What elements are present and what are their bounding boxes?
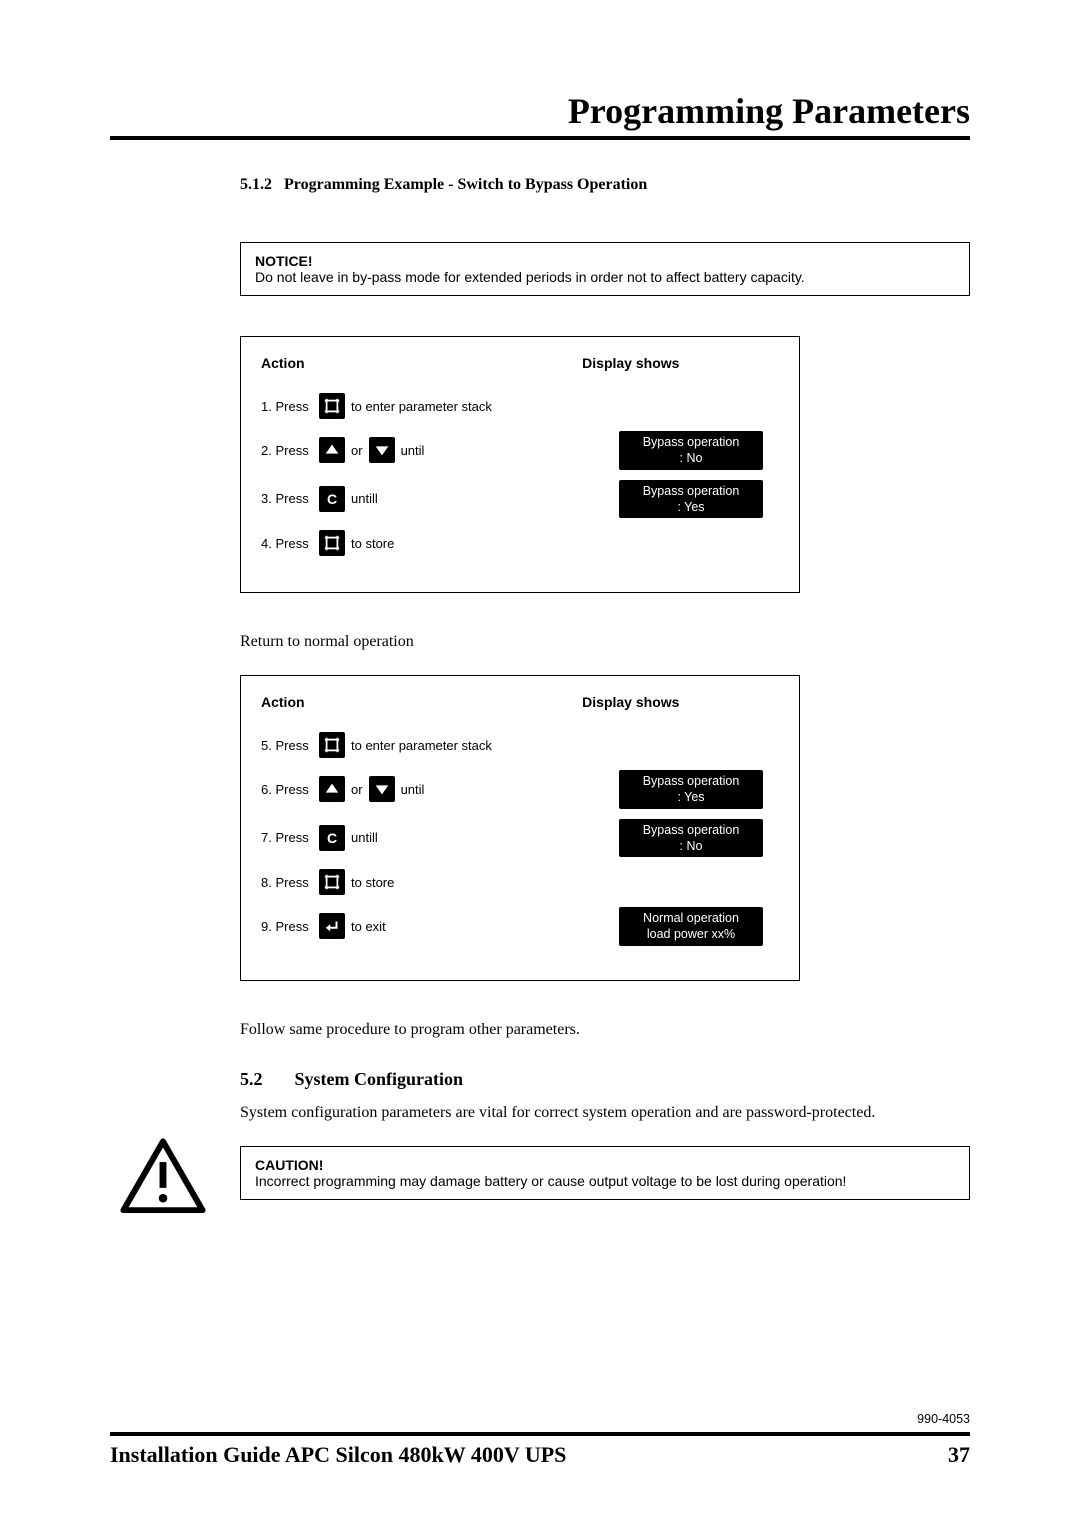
- arrow-down-icon: [369, 776, 395, 802]
- param-stack-icon: [319, 869, 345, 895]
- lcd-display: Bypass operation : Yes: [619, 770, 763, 809]
- procedure-box-2: Action Display shows 5. Press to enter p…: [240, 675, 800, 981]
- proc2-row5: 5. Press to enter parameter stack: [261, 730, 779, 760]
- caution-wrap: CAUTION! Incorrect programming may damag…: [240, 1146, 970, 1200]
- proc2-row8: 8. Press to store: [261, 867, 779, 897]
- caution-box: CAUTION! Incorrect programming may damag…: [240, 1146, 970, 1200]
- section-52-body: System configuration parameters are vita…: [240, 1104, 970, 1122]
- proc1-row2: 2. Press or until Bypass operation : No: [261, 431, 779, 470]
- document-number: 990-4053: [110, 1412, 970, 1426]
- section-heading-52: 5.2 System Configuration: [240, 1069, 970, 1090]
- proc2-row6: 6. Press or until Bypass operation : Yes: [261, 770, 779, 809]
- notice-body: Do not leave in by-pass mode for extende…: [255, 269, 955, 285]
- page-number: 37: [948, 1442, 970, 1468]
- display-header: Display shows: [576, 355, 779, 371]
- proc1-header: Action Display shows: [261, 355, 779, 371]
- action-header: Action: [261, 694, 572, 710]
- to-enter-text: to enter parameter stack: [351, 399, 492, 414]
- arrow-up-icon: [319, 776, 345, 802]
- proc2-row9: 9. Press to exit Normal operation load p…: [261, 907, 779, 946]
- footer-rule: [110, 1432, 970, 1436]
- lcd-display: Bypass operation : Yes: [619, 480, 763, 519]
- return-text: Return to normal operation: [240, 633, 970, 651]
- param-stack-icon: [319, 732, 345, 758]
- lcd-display: Bypass operation : No: [619, 431, 763, 470]
- page-title: Programming Parameters: [110, 90, 970, 132]
- param-stack-icon: [319, 530, 345, 556]
- warning-triangle-icon: [120, 1138, 206, 1214]
- page: Programming Parameters 5.1.2 Programming…: [0, 0, 1080, 1528]
- proc2-header: Action Display shows: [261, 694, 779, 710]
- action-header: Action: [261, 355, 572, 371]
- section-number: 5.2: [240, 1069, 290, 1090]
- param-stack-icon: [319, 393, 345, 419]
- content-area: 5.1.2 Programming Example - Switch to By…: [240, 176, 970, 1200]
- proc1-row3: 3. Press C untill Bypass operation : Yes: [261, 480, 779, 519]
- caution-title: CAUTION!: [255, 1157, 955, 1173]
- notice-title: NOTICE!: [255, 253, 955, 269]
- proc2-row7: 7. Press C untill Bypass operation : No: [261, 819, 779, 858]
- footer-title: Installation Guide APC Silcon 480kW 400V…: [110, 1442, 566, 1468]
- enter-icon: [319, 913, 345, 939]
- proc1-row4: 4. Press to store: [261, 528, 779, 558]
- caution-body: Incorrect programming may damage battery…: [255, 1173, 955, 1189]
- c-key-icon: C: [319, 486, 345, 512]
- lcd-display: Bypass operation : No: [619, 819, 763, 858]
- c-key-icon: C: [319, 825, 345, 851]
- lcd-display: Normal operation load power xx%: [619, 907, 763, 946]
- title-rule: [110, 136, 970, 140]
- subsection-title: Programming Example - Switch to Bypass O…: [284, 176, 647, 193]
- subsection-heading-512: 5.1.2 Programming Example - Switch to By…: [240, 176, 970, 194]
- subsection-number: 5.1.2: [240, 176, 272, 193]
- follow-text: Follow same procedure to program other p…: [240, 1021, 970, 1039]
- display-header: Display shows: [576, 694, 779, 710]
- arrow-down-icon: [369, 437, 395, 463]
- notice-box: NOTICE! Do not leave in by-pass mode for…: [240, 242, 970, 296]
- procedure-box-1: Action Display shows 1. Press to enter p…: [240, 336, 800, 593]
- footer: 990-4053 Installation Guide APC Silcon 4…: [110, 1412, 970, 1468]
- arrow-up-icon: [319, 437, 345, 463]
- section-title: System Configuration: [295, 1069, 464, 1089]
- proc1-row1: 1. Press to enter parameter stack: [261, 391, 779, 421]
